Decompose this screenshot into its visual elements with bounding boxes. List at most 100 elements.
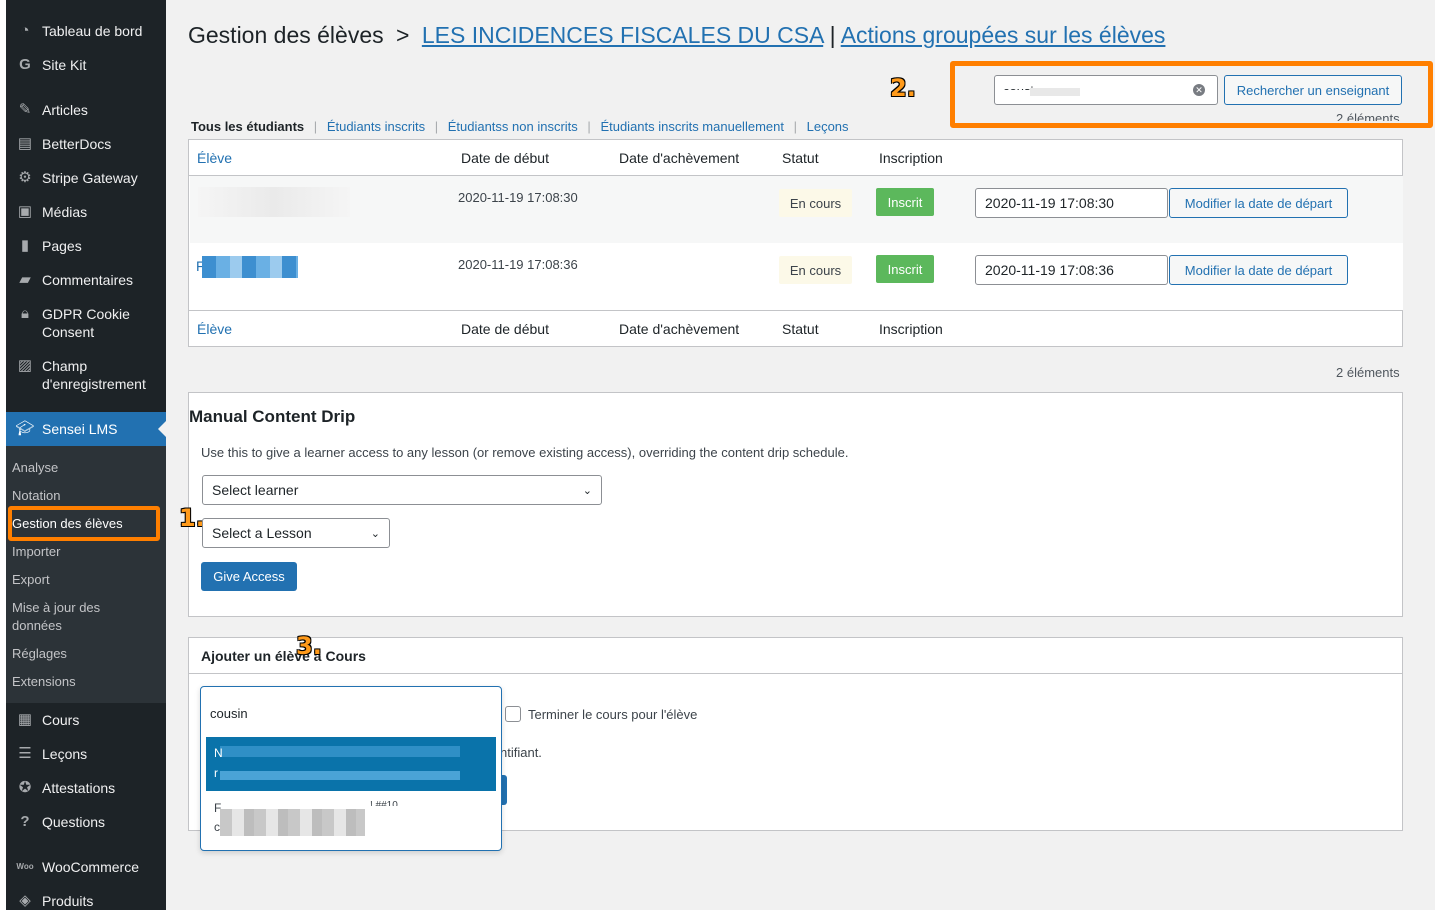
sidebar-item-sensei[interactable]: 🎓︎ Sensei LMS bbox=[6, 412, 166, 446]
selected-option-initial: N bbox=[214, 746, 223, 760]
media-icon: ▣ bbox=[17, 203, 33, 220]
selected-option-blur bbox=[220, 771, 460, 780]
student-name-blurred[interactable] bbox=[198, 187, 350, 217]
chevron-down-icon: ⌄ bbox=[582, 484, 592, 497]
dropdown-search-input[interactable]: cousin bbox=[210, 706, 248, 721]
docs-icon: ▤ bbox=[17, 135, 33, 152]
divider bbox=[189, 310, 1402, 311]
sidebar-item-stripe[interactable]: ⚙ Stripe Gateway bbox=[6, 169, 166, 187]
courses-icon: ▦ bbox=[17, 711, 33, 728]
start-date: 2020-11-19 17:08:36 bbox=[458, 257, 578, 272]
filter-all[interactable]: Tous les étudiants bbox=[191, 119, 304, 134]
start-date-input[interactable]: 2020-11-19 17:08:30 bbox=[975, 188, 1168, 218]
sidebar-item-comments[interactable]: ▰ Commentaires bbox=[6, 271, 166, 289]
sidebar-item-certificates[interactable]: ✪ Attestations bbox=[6, 779, 166, 797]
filter-enrolled[interactable]: Étudiants inscrits bbox=[327, 119, 425, 134]
step-3-label: 3. bbox=[296, 632, 322, 660]
title-pipe: | bbox=[829, 22, 836, 48]
col-footer-enrollment: Inscription bbox=[879, 321, 943, 337]
submenu-export[interactable]: Export bbox=[12, 571, 50, 589]
edit-start-date-button[interactable]: Modifier la date de départ bbox=[1169, 188, 1348, 218]
highlight-box-step-1 bbox=[8, 506, 160, 541]
form-icon: ▨ bbox=[17, 357, 33, 374]
filter-manual[interactable]: Étudiants inscrits manuellement bbox=[600, 119, 784, 134]
lesson-select[interactable]: Select a Lesson ⌄ bbox=[202, 518, 390, 548]
submenu-extensions[interactable]: Extensions bbox=[12, 673, 76, 691]
col-footer-complete: Date d'achèvement bbox=[619, 321, 740, 337]
status-badge: En cours bbox=[779, 189, 852, 217]
graduation-cap-icon: 🎓︎ bbox=[15, 420, 35, 437]
filter-not-enrolled[interactable]: Étudiantss non inscrits bbox=[448, 119, 578, 134]
gear-icon: ⚙ bbox=[18, 169, 32, 186]
complete-course-checkbox[interactable] bbox=[505, 706, 521, 722]
active-arrow bbox=[158, 421, 166, 437]
col-footer-status: Statut bbox=[782, 321, 819, 337]
complete-course-label: Terminer le cours pour l'élève bbox=[528, 707, 698, 722]
sidebar-item-courses[interactable]: ▦ Cours bbox=[6, 711, 166, 729]
sidebar-item-betterdocs[interactable]: ▤ BetterDocs bbox=[6, 135, 166, 153]
award-icon: ✪ bbox=[18, 779, 32, 796]
student-name-blurred[interactable] bbox=[202, 256, 298, 278]
lock-icon: 🔒︎ bbox=[21, 305, 29, 322]
step-2-label: 2. bbox=[890, 74, 916, 102]
sidebar-item-products[interactable]: ◈ Produits bbox=[6, 892, 166, 910]
dashboard-icon: ◔ bbox=[20, 22, 30, 39]
sidebar-item-dashboard[interactable]: ◔ Tableau de bord bbox=[6, 22, 166, 40]
bulk-actions-link[interactable]: Actions groupées sur les élèves bbox=[841, 22, 1166, 48]
selected-option-initial: r bbox=[214, 766, 218, 780]
col-header-student[interactable]: Élève bbox=[197, 150, 232, 166]
lessons-icon: ☰ bbox=[18, 745, 32, 762]
col-header-status: Statut bbox=[782, 150, 819, 166]
sidebar-item-woocommerce[interactable]: Woo WooCommerce bbox=[6, 858, 166, 876]
col-footer-start: Date de début bbox=[461, 321, 549, 337]
submenu-analyse[interactable]: Analyse bbox=[12, 459, 58, 477]
step-1-label: 1. bbox=[179, 504, 205, 532]
start-date: 2020-11-19 17:08:30 bbox=[458, 190, 578, 205]
col-header-enrollment: Inscription bbox=[879, 150, 943, 166]
sidebar-item-media[interactable]: ▣ Médias bbox=[6, 203, 166, 221]
status-badge: En cours bbox=[779, 256, 852, 284]
enrollment-badge: Inscrit bbox=[876, 188, 934, 216]
filter-links: Tous les étudiants | Étudiants inscrits … bbox=[191, 119, 849, 134]
col-footer-student[interactable]: Élève bbox=[197, 321, 232, 337]
sidebar-item-pages[interactable]: ▮ Pages bbox=[6, 237, 166, 255]
items-count-bottom: 2 éléments bbox=[1336, 365, 1400, 380]
students-table bbox=[188, 139, 1403, 347]
submenu-notation[interactable]: Notation bbox=[12, 487, 60, 505]
sidebar-item-questions[interactable]: ? Questions bbox=[6, 813, 166, 831]
sidebar-item-gdpr[interactable]: 🔒︎ GDPR Cookie Consent bbox=[6, 305, 166, 341]
give-access-button[interactable]: Give Access bbox=[201, 562, 297, 591]
submenu-data-update[interactable]: Mise à jour des données bbox=[12, 599, 122, 635]
sidebar-item-articles[interactable]: ✎ Articles bbox=[6, 101, 166, 119]
pin-icon: ✎ bbox=[18, 101, 32, 118]
col-header-start: Date de début bbox=[461, 150, 549, 166]
pages-icon: ▮ bbox=[20, 237, 30, 254]
dropdown-option-blurred[interactable] bbox=[220, 809, 365, 836]
woocommerce-icon: Woo bbox=[16, 862, 34, 871]
start-date-input[interactable]: 2020-11-19 17:08:36 bbox=[975, 255, 1168, 285]
highlight-box-step-2 bbox=[950, 61, 1433, 128]
add-student-header bbox=[189, 638, 1402, 674]
sidebar-item-sitekit[interactable]: G Site Kit bbox=[6, 56, 166, 74]
partial-help-text: ntifiant. bbox=[500, 745, 542, 760]
selected-option-blur bbox=[220, 746, 460, 757]
edit-start-date-button[interactable]: Modifier la date de départ bbox=[1169, 255, 1348, 285]
learner-select[interactable]: Select learner ⌄ bbox=[202, 475, 602, 505]
submenu-settings[interactable]: Réglages bbox=[12, 645, 67, 663]
page-title: Gestion des élèves > LES INCIDENCES FISC… bbox=[188, 22, 1165, 49]
submenu-importer[interactable]: Importer bbox=[12, 543, 60, 561]
col-header-complete: Date d'achèvement bbox=[619, 150, 740, 166]
sitekit-icon: G bbox=[19, 56, 31, 73]
course-link[interactable]: LES INCIDENCES FISCALES DU CSA bbox=[422, 22, 823, 48]
sidebar-item-lessons[interactable]: ☰ Leçons bbox=[6, 745, 166, 763]
comment-icon: ▰ bbox=[19, 271, 31, 288]
add-student-title: Ajouter un élève à Cours bbox=[201, 648, 366, 664]
chevron-down-icon: ⌄ bbox=[370, 527, 380, 540]
box-icon: ◈ bbox=[19, 892, 31, 909]
question-icon: ? bbox=[20, 813, 30, 830]
sidebar-item-registration-field[interactable]: ▨ Champ d'enregistrement bbox=[6, 357, 166, 393]
title-prefix: Gestion des élèves bbox=[188, 22, 384, 48]
option-fragment: ! ##10 bbox=[370, 800, 398, 806]
manual-drip-title: Manual Content Drip bbox=[189, 407, 356, 426]
filter-lessons[interactable]: Leçons bbox=[807, 119, 849, 134]
